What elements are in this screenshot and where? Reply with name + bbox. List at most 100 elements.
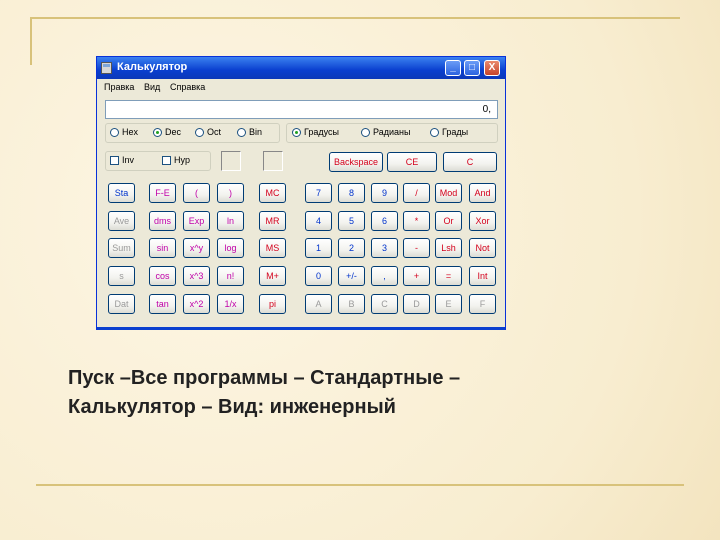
- radio-radians-indicator: [361, 127, 370, 137]
- key-1-1[interactable]: Exp: [183, 211, 210, 231]
- key-2-3[interactable]: MS: [259, 238, 286, 258]
- radio-dec-label: Dec: [165, 127, 182, 137]
- key-3-7[interactable]: +: [403, 266, 430, 286]
- checkbox-inv[interactable]: Inv: [110, 155, 134, 165]
- checkbox-inv-box: [110, 155, 119, 165]
- checkbox-inv-label: Inv: [122, 155, 135, 165]
- radio-hex[interactable]: Hex: [110, 127, 138, 137]
- key-4-1[interactable]: x^2: [183, 294, 210, 314]
- calculator-display: 0,: [105, 100, 498, 119]
- radio-oct-label: Oct: [207, 127, 222, 137]
- key-3-8[interactable]: =: [435, 266, 462, 286]
- key-1-7[interactable]: *: [403, 211, 430, 231]
- key-3-0[interactable]: cos: [149, 266, 176, 286]
- radio-oct[interactable]: Oct: [195, 127, 221, 137]
- key-2-7[interactable]: -: [403, 238, 430, 258]
- checkbox-hyp-label: Hyp: [174, 155, 191, 165]
- key-4-0[interactable]: tan: [149, 294, 176, 314]
- key-0-3[interactable]: MC: [259, 183, 286, 203]
- caption-line-2: Калькулятор – Вид: инженерный: [68, 396, 396, 418]
- angle-units-group: Градусы Радианы Грады: [286, 123, 498, 143]
- decor-bottom-line: [36, 484, 684, 486]
- key-2-0[interactable]: sin: [149, 238, 176, 258]
- menu-edit[interactable]: Правка: [104, 82, 134, 92]
- key-0-8[interactable]: Mod: [435, 183, 462, 203]
- stat-button-0[interactable]: Sta: [108, 183, 135, 203]
- window-title: Калькулятор: [117, 61, 188, 73]
- maximize-button[interactable]: □: [464, 60, 480, 76]
- stat-button-1[interactable]: Ave: [108, 211, 135, 231]
- key-2-6[interactable]: 3: [371, 238, 398, 258]
- key-3-5[interactable]: +/-: [338, 266, 365, 286]
- key-2-2[interactable]: log: [217, 238, 244, 258]
- key-4-7[interactable]: D: [403, 294, 430, 314]
- minimize-button[interactable]: _: [445, 60, 461, 76]
- key-4-5[interactable]: B: [338, 294, 365, 314]
- key-0-5[interactable]: 8: [338, 183, 365, 203]
- clear-entry-button[interactable]: CE: [387, 152, 437, 172]
- backspace-button[interactable]: Backspace: [329, 152, 383, 172]
- number-system-group: Hex Dec Oct Bin: [105, 123, 280, 143]
- radio-dec[interactable]: Dec: [153, 127, 181, 137]
- radio-degrees-label: Градусы: [304, 127, 339, 137]
- radio-bin-indicator: [237, 127, 246, 137]
- radio-grads-label: Грады: [442, 127, 469, 137]
- key-3-4[interactable]: 0: [305, 266, 332, 286]
- radio-radians-label: Радианы: [373, 127, 411, 137]
- checkbox-hyp-box: [162, 155, 171, 165]
- key-0-1[interactable]: (: [183, 183, 210, 203]
- radio-degrees[interactable]: Градусы: [292, 127, 339, 137]
- key-0-0[interactable]: F-E: [149, 183, 176, 203]
- radio-bin[interactable]: Bin: [237, 127, 262, 137]
- decor-top-line: [30, 17, 680, 19]
- radio-grads[interactable]: Грады: [430, 127, 468, 137]
- key-4-8[interactable]: E: [435, 294, 462, 314]
- inv-hyp-group: Inv Hyp: [105, 151, 211, 171]
- key-3-3[interactable]: M+: [259, 266, 286, 286]
- key-2-9[interactable]: Not: [469, 238, 496, 258]
- menu-view[interactable]: Вид: [144, 82, 160, 92]
- decor-left-line: [30, 17, 32, 65]
- key-4-3[interactable]: pi: [259, 294, 286, 314]
- close-button[interactable]: X: [484, 60, 500, 76]
- radio-hex-label: Hex: [122, 127, 139, 137]
- stat-button-2[interactable]: Sum: [108, 238, 135, 258]
- key-2-5[interactable]: 2: [338, 238, 365, 258]
- key-1-8[interactable]: Or: [435, 211, 462, 231]
- key-3-1[interactable]: x^3: [183, 266, 210, 286]
- radio-oct-indicator: [195, 127, 204, 137]
- key-3-2[interactable]: n!: [217, 266, 244, 286]
- key-0-9[interactable]: And: [469, 183, 496, 203]
- key-1-6[interactable]: 6: [371, 211, 398, 231]
- key-2-8[interactable]: Lsh: [435, 238, 462, 258]
- key-4-4[interactable]: A: [305, 294, 332, 314]
- key-2-1[interactable]: x^y: [183, 238, 210, 258]
- stat-button-3[interactable]: s: [108, 266, 135, 286]
- radio-hex-indicator: [110, 127, 119, 137]
- key-1-9[interactable]: Xor: [469, 211, 496, 231]
- checkbox-hyp[interactable]: Hyp: [162, 155, 190, 165]
- key-1-3[interactable]: MR: [259, 211, 286, 231]
- menu-help[interactable]: Справка: [170, 82, 205, 92]
- key-0-6[interactable]: 9: [371, 183, 398, 203]
- stat-button-4[interactable]: Dat: [108, 294, 135, 314]
- key-3-6[interactable]: ,: [371, 266, 398, 286]
- radio-radians[interactable]: Радианы: [361, 127, 410, 137]
- window-bottom-border: [97, 327, 505, 330]
- key-1-2[interactable]: ln: [217, 211, 244, 231]
- key-2-4[interactable]: 1: [305, 238, 332, 258]
- key-4-6[interactable]: C: [371, 294, 398, 314]
- key-4-9[interactable]: F: [469, 294, 496, 314]
- title-bar[interactable]: Калькулятор _ □ X: [97, 57, 505, 79]
- memory-indicator: [263, 151, 283, 171]
- key-1-4[interactable]: 4: [305, 211, 332, 231]
- key-1-5[interactable]: 5: [338, 211, 365, 231]
- key-4-2[interactable]: 1/x: [217, 294, 244, 314]
- key-3-9[interactable]: Int: [469, 266, 496, 286]
- key-0-4[interactable]: 7: [305, 183, 332, 203]
- key-0-2[interactable]: ): [217, 183, 244, 203]
- key-1-0[interactable]: dms: [149, 211, 176, 231]
- clear-button[interactable]: C: [443, 152, 497, 172]
- parenthesis-indicator: [221, 151, 241, 171]
- key-0-7[interactable]: /: [403, 183, 430, 203]
